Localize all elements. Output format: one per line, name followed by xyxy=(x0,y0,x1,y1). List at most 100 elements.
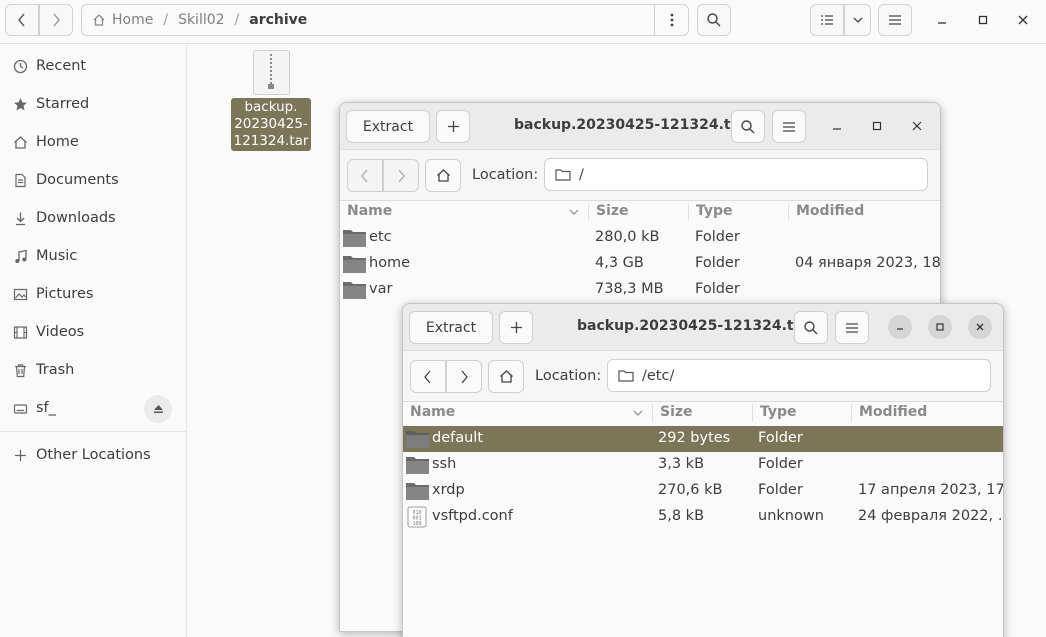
column-divider xyxy=(652,404,653,422)
plus-icon xyxy=(447,121,459,132)
column-size[interactable]: Size xyxy=(660,404,693,420)
table-row[interactable]: xrdp 270,6 kB Folder 17 апреля 2023, 17… xyxy=(403,478,1003,504)
row-size: 4,3 GB xyxy=(595,255,644,271)
location-toolbar: Location: / xyxy=(340,149,940,201)
column-modified[interactable]: Modified xyxy=(859,404,927,420)
minimize-button[interactable] xyxy=(930,8,954,32)
sidebar-item-label: Starred xyxy=(36,96,90,112)
binary-file-icon: 010001100 xyxy=(407,506,427,528)
file-manager-headerbar: Home / Skill02 / archive xyxy=(0,0,1046,44)
row-name: vsftpd.conf xyxy=(432,508,513,524)
close-button[interactable] xyxy=(905,114,929,138)
minimize-button[interactable] xyxy=(888,315,912,339)
column-type[interactable]: Type xyxy=(760,404,797,420)
column-type[interactable]: Type xyxy=(696,203,733,219)
extract-button[interactable]: Extract xyxy=(409,311,493,344)
sidebar-item-downloads[interactable]: Downloads xyxy=(0,199,186,237)
sidebar-item-documents[interactable]: Documents xyxy=(0,161,186,199)
table-row[interactable]: home 4,3 GB Folder 04 января 2023, 18… xyxy=(340,251,940,277)
minimize-icon xyxy=(897,328,903,330)
home-button[interactable] xyxy=(425,159,461,192)
sidebar-item-pictures[interactable]: Pictures xyxy=(0,275,186,313)
column-divider xyxy=(752,404,753,422)
file-name-label: backup. 20230425- 121324.tar xyxy=(231,98,311,151)
table-row-selected[interactable]: default 292 bytes Folder xyxy=(403,426,1003,452)
extract-button[interactable]: Extract xyxy=(346,110,430,143)
sidebar-item-label: Recent xyxy=(36,58,87,74)
sidebar-item-recent[interactable]: Recent xyxy=(0,47,186,85)
minimize-button[interactable] xyxy=(825,114,849,138)
sidebar-item-label: Trash xyxy=(36,362,75,378)
eject-button[interactable] xyxy=(144,395,172,423)
column-header: Name Size Type Modified xyxy=(340,199,940,225)
archive-menu-button[interactable] xyxy=(835,311,869,344)
list-view-icon xyxy=(821,15,833,25)
table-row[interactable]: etc 280,0 kB Folder xyxy=(340,225,940,251)
sidebar-item-starred[interactable]: Starred xyxy=(0,85,186,123)
sidebar-item-home[interactable]: Home xyxy=(0,123,186,161)
close-icon xyxy=(912,121,922,131)
row-size: 3,3 kB xyxy=(658,456,705,472)
table-row[interactable]: ssh 3,3 kB Folder xyxy=(403,452,1003,478)
column-divider xyxy=(851,404,852,422)
trash-icon xyxy=(12,362,28,378)
maximize-button[interactable] xyxy=(928,315,952,339)
sidebar-item-label: Other Locations xyxy=(36,447,151,463)
add-files-button[interactable] xyxy=(436,110,470,143)
sidebar-item-label: Home xyxy=(36,134,79,150)
location-label: Location: xyxy=(535,368,602,384)
breadcrumb-skill02[interactable]: Skill02 xyxy=(178,12,224,28)
add-files-button[interactable] xyxy=(499,311,533,344)
plus-icon xyxy=(12,447,28,463)
breadcrumb-archive[interactable]: archive xyxy=(249,12,307,28)
maximize-button[interactable] xyxy=(865,114,889,138)
maximize-button[interactable] xyxy=(971,8,995,32)
back-button[interactable] xyxy=(5,4,39,36)
forward-button[interactable] xyxy=(39,4,73,36)
location-field[interactable]: / xyxy=(544,158,928,191)
table-row[interactable]: var 738,3 MB Folder xyxy=(340,277,940,303)
path-bar: Home / Skill02 / archive xyxy=(81,4,689,36)
close-button[interactable] xyxy=(968,315,992,339)
table-row[interactable]: 010 001 100 vsftpd.conf 5,8 kB unknown 24 … xyxy=(403,504,1003,530)
music-icon xyxy=(12,248,28,264)
archive-search-button[interactable] xyxy=(794,311,828,344)
back-button[interactable] xyxy=(347,159,383,192)
document-icon xyxy=(12,172,28,188)
column-size[interactable]: Size xyxy=(596,203,629,219)
search-button[interactable] xyxy=(697,4,731,36)
star-icon xyxy=(12,96,28,112)
row-name: xrdp xyxy=(432,482,465,498)
breadcrumb-home[interactable]: Home xyxy=(112,12,153,28)
view-options-button[interactable] xyxy=(844,4,871,36)
column-divider xyxy=(688,203,689,221)
archive-menu-button[interactable] xyxy=(772,110,806,143)
row-type: Folder xyxy=(758,430,803,446)
sidebar-item-other-locations[interactable]: Other Locations xyxy=(0,436,186,474)
home-button[interactable] xyxy=(488,360,524,393)
location-value: /etc/ xyxy=(642,367,675,384)
column-name[interactable]: Name xyxy=(347,203,392,219)
view-list-button[interactable] xyxy=(810,4,844,36)
row-type: Folder xyxy=(695,281,740,297)
back-button[interactable] xyxy=(410,360,446,393)
close-button[interactable] xyxy=(1011,8,1035,32)
archive-window-etc: Extract backup.20230425-121324.tar Locat… xyxy=(402,303,1004,637)
sidebar-item-trash[interactable]: Trash xyxy=(0,351,186,389)
path-menu-button[interactable] xyxy=(654,5,688,35)
sidebar-item-music[interactable]: Music xyxy=(0,237,186,275)
forward-button[interactable] xyxy=(383,159,419,192)
forward-button[interactable] xyxy=(446,360,482,393)
vertical-dots-icon xyxy=(670,13,673,27)
location-field[interactable]: /etc/ xyxy=(607,359,991,392)
column-name[interactable]: Name xyxy=(410,404,455,420)
column-modified[interactable]: Modified xyxy=(796,203,864,219)
chevron-left-icon xyxy=(18,13,25,27)
main-menu-button[interactable] xyxy=(878,4,912,36)
hamburger-icon xyxy=(783,121,795,132)
location-label: Location: xyxy=(472,167,539,183)
sidebar-item-label: Videos xyxy=(36,324,85,340)
archive-search-button[interactable] xyxy=(731,110,765,143)
sidebar-item-videos[interactable]: Videos xyxy=(0,313,186,351)
search-icon xyxy=(804,320,818,334)
